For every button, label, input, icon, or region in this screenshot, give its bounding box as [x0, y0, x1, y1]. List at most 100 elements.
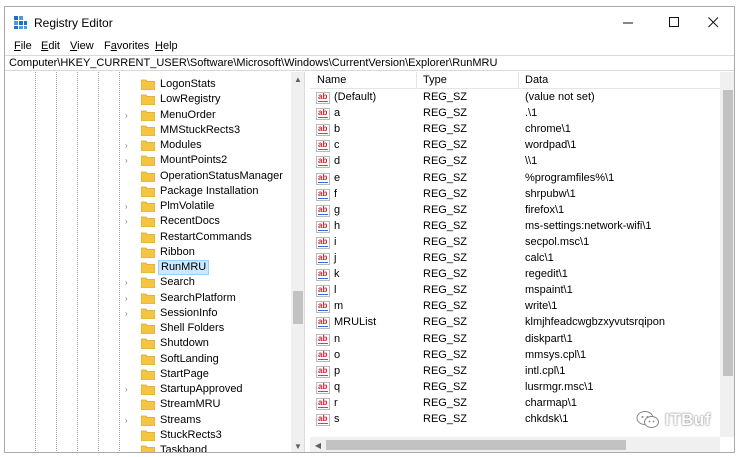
value-name: q	[334, 380, 341, 393]
expand-chevron-icon[interactable]: ›	[125, 275, 133, 290]
scroll-left-arrow-icon[interactable]: ◀	[311, 438, 325, 452]
expand-chevron-icon[interactable]: ›	[125, 153, 133, 168]
value-row[interactable]: ab q REG_SZ lusrmgr.msc\1	[310, 380, 720, 396]
tree-item-label: StartPage	[160, 367, 209, 380]
tree-item[interactable]: Shell Folders	[5, 321, 290, 336]
scroll-up-arrow-icon[interactable]: ▲	[291, 72, 304, 86]
tree-item[interactable]: RestartCommands	[5, 230, 290, 245]
menu-help[interactable]: Help	[155, 40, 178, 52]
values-horizontal-thumb[interactable]	[326, 440, 626, 450]
value-row[interactable]: ab (Default) REG_SZ (value not set)	[310, 90, 720, 106]
menu-view[interactable]: View	[70, 40, 94, 52]
address-path[interactable]: Computer\HKEY_CURRENT_USER\Software\Micr…	[9, 57, 497, 69]
tree-item-label: MenuOrder	[160, 108, 216, 121]
folder-icon	[141, 323, 155, 334]
values-horizontal-scrollbar[interactable]: ◀	[310, 437, 720, 452]
tree-item[interactable]: › RecentDocs	[5, 214, 290, 229]
values-vertical-thumb[interactable]	[723, 90, 733, 376]
tree-item[interactable]: StuckRects3	[5, 428, 290, 443]
value-type: REG_SZ	[423, 235, 468, 248]
value-row[interactable]: ab a REG_SZ .\1	[310, 106, 720, 122]
value-name: c	[334, 139, 340, 152]
value-row[interactable]: ab j REG_SZ calc\1	[310, 251, 720, 267]
value-row[interactable]: ab n REG_SZ diskpart\1	[310, 332, 720, 348]
expand-chevron-icon[interactable]: ›	[125, 382, 133, 397]
tree-item[interactable]: Ribbon	[5, 245, 290, 260]
tree-item[interactable]: Taskband	[5, 443, 290, 452]
tree-item[interactable]: › PlmVolatile	[5, 199, 290, 214]
values-vertical-scrollbar[interactable]	[720, 72, 734, 437]
value-row[interactable]: ab f REG_SZ shrpubw\1	[310, 187, 720, 203]
tree-item[interactable]: Shutdown	[5, 336, 290, 351]
string-value-icon: ab	[316, 365, 330, 378]
value-row[interactable]: ab g REG_SZ firefox\1	[310, 203, 720, 219]
expand-chevron-icon[interactable]: ›	[125, 214, 133, 229]
folder-icon	[141, 155, 155, 167]
tree-scroll-thumb[interactable]	[293, 291, 303, 324]
tree-item[interactable]: › StartupApproved	[5, 382, 290, 397]
value-row[interactable]: ab MRUList REG_SZ klmjhfeadcwgbzxyvutsrqipo…	[310, 315, 720, 331]
menu-edit[interactable]: Edit	[41, 40, 60, 52]
tree-item[interactable]: MMStuckRects3	[5, 123, 290, 138]
value-row[interactable]: ab e REG_SZ %programfiles%\1	[310, 171, 720, 187]
value-row[interactable]: ab o REG_SZ mmsys.cpl\1	[310, 348, 720, 364]
tree-item[interactable]: LogonStats	[5, 77, 290, 92]
value-row[interactable]: ab k REG_SZ regedit\1	[310, 267, 720, 283]
value-row[interactable]: ab p REG_SZ intl.cpl\1	[310, 364, 720, 380]
tree-item[interactable]: LowRegistry	[5, 92, 290, 107]
tree-item[interactable]: StartPage	[5, 367, 290, 382]
tree-item[interactable]: › MenuOrder	[5, 108, 290, 123]
column-header-type[interactable]: Type	[423, 74, 447, 86]
value-row[interactable]: ab c REG_SZ wordpad\1	[310, 138, 720, 154]
value-row[interactable]: ab l REG_SZ mspaint\1	[310, 283, 720, 299]
tree-item-label: Streams	[160, 413, 201, 426]
title-bar[interactable]: Registry Editor	[5, 7, 734, 38]
string-value-icon: ab	[316, 140, 330, 153]
menu-favorites[interactable]: Favorites	[104, 40, 149, 52]
expand-chevron-icon[interactable]: ›	[125, 291, 133, 306]
value-name: r	[334, 396, 338, 409]
expand-chevron-icon[interactable]: ›	[125, 108, 133, 123]
value-type: REG_SZ	[423, 107, 468, 120]
value-data: %programfiles%\1	[525, 171, 615, 184]
column-header-name[interactable]: Name	[317, 74, 346, 86]
close-button[interactable]	[690, 7, 734, 38]
value-row[interactable]: ab i REG_SZ secpol.msc\1	[310, 235, 720, 251]
value-data: firefox\1	[525, 203, 565, 216]
value-row[interactable]: ab b REG_SZ chrome\1	[310, 122, 720, 138]
value-data: shrpubw\1	[525, 187, 576, 200]
tree-item[interactable]: › Search	[5, 275, 290, 290]
column-divider[interactable]	[518, 72, 519, 89]
string-value-icon: ab	[316, 124, 330, 137]
tree-item[interactable]: StreamMRU	[5, 397, 290, 412]
value-row[interactable]: ab m REG_SZ write\1	[310, 299, 720, 315]
tree-item[interactable]: SoftLanding	[5, 352, 290, 367]
value-data: charmap\1	[525, 396, 577, 409]
value-name: (Default)	[334, 91, 377, 103]
tree-item[interactable]: › Modules	[5, 138, 290, 153]
key-tree-pane[interactable]: LogonStats LowRegistry › MenuOrder MMStuckRe…	[5, 72, 305, 452]
address-bar[interactable]: Computer\HKEY_CURRENT_USER\Software\Micr…	[5, 55, 734, 71]
tree-item-label: SoftLanding	[160, 352, 219, 365]
value-row[interactable]: ab d REG_SZ \\1	[310, 154, 720, 170]
tree-item[interactable]: › Streams	[5, 413, 290, 428]
tree-item[interactable]: › MountPoints2	[5, 153, 290, 168]
tree-scrollbar[interactable]: ▲ ▼	[291, 72, 304, 452]
expand-chevron-icon[interactable]: ›	[125, 199, 133, 214]
tree-item[interactable]: › SessionInfo	[5, 306, 290, 321]
scroll-down-arrow-icon[interactable]: ▼	[291, 439, 304, 452]
value-row[interactable]: ab h REG_SZ ms-settings:network-wifi\1	[310, 219, 720, 235]
minimize-button[interactable]	[605, 7, 651, 38]
expand-chevron-icon[interactable]: ›	[125, 138, 133, 153]
tree-item[interactable]: Package Installation	[5, 184, 290, 199]
tree-item[interactable]: OperationStatusManager	[5, 169, 290, 184]
menu-file[interactable]: File	[14, 40, 32, 52]
tree-item[interactable]: RunMRU	[5, 260, 290, 275]
tree-item[interactable]: › SearchPlatform	[5, 291, 290, 306]
expand-chevron-icon[interactable]: ›	[125, 413, 133, 428]
column-header-data[interactable]: Data	[525, 74, 548, 86]
expand-chevron-icon[interactable]: ›	[125, 306, 133, 321]
column-divider[interactable]	[416, 72, 417, 89]
values-pane[interactable]: Name Type Data ab (Default) REG_SZ (value n…	[310, 72, 734, 452]
value-name: b	[334, 123, 341, 136]
